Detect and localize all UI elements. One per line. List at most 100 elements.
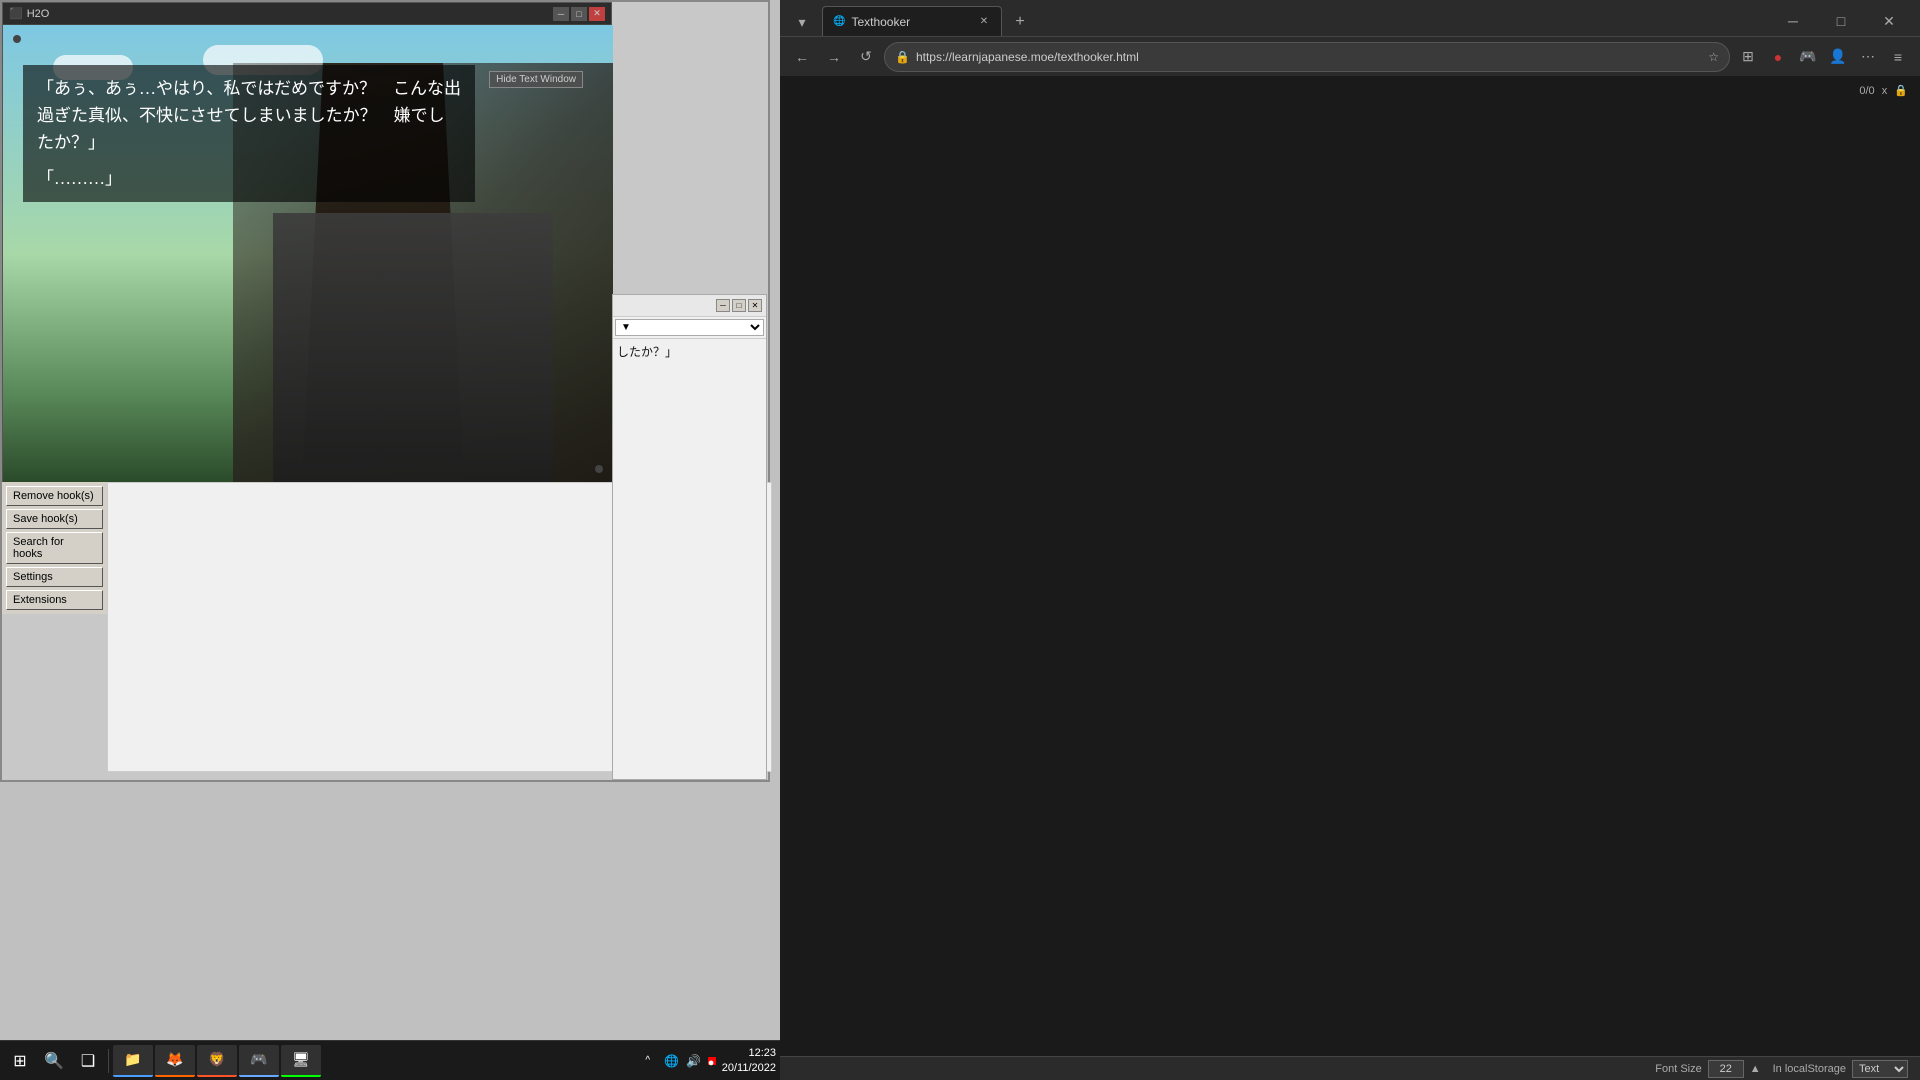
red-circle-btn[interactable]: ●	[1764, 43, 1792, 71]
start-icon: ⊞	[13, 1051, 26, 1071]
search-hooks-btn[interactable]: Search for hooks	[6, 532, 103, 564]
counter-text: 0/0	[1859, 85, 1874, 97]
tab-title: Texthooker	[851, 15, 910, 29]
account-btn[interactable]: 👤	[1824, 43, 1852, 71]
controller-btn[interactable]: 🎮	[1794, 43, 1822, 71]
browser-window-controls: ─ □ ✕	[1770, 6, 1912, 36]
new-tab-btn[interactable]: +	[1006, 8, 1034, 36]
agth-titlebar: ─ □ ✕	[613, 295, 766, 317]
agth-panel: ─ □ ✕ ▼ したか？」	[612, 294, 767, 780]
game-title-text: H2O	[27, 8, 50, 20]
game-close-btn[interactable]: ✕	[589, 7, 605, 21]
grid-view-btn[interactable]: ⊞	[1734, 43, 1762, 71]
browser-maximize-btn[interactable]: □	[1818, 6, 1864, 36]
refresh-btn[interactable]: ↺	[852, 43, 880, 71]
buttons-panel: Remove hook(s) Save hook(s) Search for h…	[2, 482, 107, 614]
terminal-icon: 🖥	[292, 1051, 310, 1068]
font-size-control: Font Size ▲	[1655, 1060, 1760, 1078]
font-size-up-icon[interactable]: ▲	[1750, 1063, 1761, 1075]
storage-label: In localStorage	[1773, 1063, 1846, 1075]
browser-dropdown-btn[interactable]: ▾	[788, 8, 816, 36]
agth-hook-dropdown[interactable]: ▼	[615, 319, 764, 336]
address-bar-container[interactable]: 🔒 ☆	[884, 42, 1730, 72]
game-maximize-btn[interactable]: □	[571, 7, 587, 21]
browser-tabs-bar: ▾ 🌐 Texthooker ✕ + ─ □ ✕	[780, 0, 1920, 36]
search-button[interactable]: 🔍	[38, 1045, 70, 1077]
file-explorer-icon: 📁	[124, 1051, 141, 1068]
taskbar-right: ^ 🌐 🔊 ● 12:23 20/11/2022	[638, 1045, 776, 1077]
back-btn[interactable]: ←	[788, 43, 816, 71]
tab-close-btn[interactable]: ✕	[977, 15, 991, 29]
forward-btn[interactable]: →	[820, 43, 848, 71]
game-window-title: ⬛ H2O	[9, 7, 49, 20]
firefox-icon: 🦊	[166, 1051, 183, 1068]
game-app-icon: 🎮	[250, 1051, 267, 1068]
remove-hooks-btn[interactable]: Remove hook(s)	[6, 486, 103, 506]
browser-close-btn[interactable]: ✕	[1866, 6, 1912, 36]
lock-icon: 🔒	[895, 50, 910, 64]
taskbar: ⊞ 🔍 ❑ 📁 🦊 🦁 🎮 🖥 ^ 🌐 🔊 ●	[0, 1040, 780, 1080]
game-window: ⬛ H2O ─ □ ✕	[2, 2, 612, 482]
character-body	[273, 213, 553, 483]
dialogue-line-2: 過ぎた真似、不快にさせてしまいましたか？ 嫌でし	[37, 102, 461, 129]
active-tab[interactable]: 🌐 Texthooker ✕	[822, 6, 1002, 36]
firefox-btn[interactable]: 🦊	[155, 1045, 195, 1077]
save-hooks-btn[interactable]: Save hook(s)	[6, 509, 103, 529]
counter-display: 0/0 x 🔒	[1859, 84, 1908, 97]
browser-toolbar-right: ⊞ ● 🎮 👤 ⋯ ≡	[1734, 43, 1912, 71]
menu-btn[interactable]: ≡	[1884, 43, 1912, 71]
dialogue-line-4: 「………」	[37, 165, 461, 192]
left-section: ⬛ H2O ─ □ ✕	[0, 0, 780, 1080]
dialogue-line-3: たか？」	[37, 129, 461, 156]
game-background: 「あぅ、あぅ…やはり、私ではだめですか？ こんな出 過ぎた真似、不快にさせてしま…	[3, 25, 613, 483]
browser-minimize-btn[interactable]: ─	[1770, 6, 1816, 36]
browser-chrome: ▾ 🌐 Texthooker ✕ + ─ □ ✕ ← → ↺ 🔒 ☆	[780, 0, 1920, 76]
game-app-btn[interactable]: 🎮	[239, 1045, 279, 1077]
start-button[interactable]: ⊞	[4, 1045, 36, 1077]
agth-dropdown-row: ▼	[613, 317, 766, 339]
browser-section: ▾ 🌐 Texthooker ✕ + ─ □ ✕ ← → ↺ 🔒 ☆	[780, 0, 1920, 1080]
browser-nav-bar: ← → ↺ 🔒 ☆ ⊞ ● 🎮 👤 ⋯ ≡	[780, 36, 1920, 76]
game-icon: ⬛	[9, 7, 23, 20]
browser-content: 0/0 x 🔒	[780, 76, 1920, 1056]
text-box: 「あぅ、あぅ…やはり、私ではだめですか？ こんな出 過ぎた真似、不快にさせてしま…	[23, 65, 475, 202]
counter-x: x	[1882, 85, 1888, 97]
agth-maximize-btn[interactable]: □	[732, 299, 746, 312]
corner-dot-br	[595, 465, 603, 473]
brave-icon: 🦁	[208, 1051, 225, 1068]
game-window-titlebar: ⬛ H2O ─ □ ✕	[3, 3, 611, 25]
clock-time: 12:23	[722, 1046, 776, 1060]
clock: 12:23 20/11/2022	[722, 1046, 776, 1075]
address-bar[interactable]	[916, 50, 1702, 64]
agth-minimize-btn[interactable]: ─	[716, 299, 730, 312]
search-icon: 🔍	[44, 1051, 64, 1071]
browser-status-bar: Font Size ▲ In localStorage Text JSON No…	[780, 1056, 1920, 1080]
settings-btn[interactable]: Settings	[6, 567, 103, 587]
tab-favicon: 🌐	[833, 16, 845, 27]
left-main-window: ⬛ H2O ─ □ ✕	[0, 0, 770, 782]
task-view-button[interactable]: ❑	[72, 1045, 104, 1077]
storage-control: In localStorage Text JSON None	[1773, 1060, 1908, 1078]
text-window-label[interactable]: Hide Text Window	[489, 71, 583, 88]
font-size-label: Font Size	[1655, 1063, 1701, 1075]
star-icon: ☆	[1708, 50, 1719, 64]
extensions-browser-btn[interactable]: ⋯	[1854, 43, 1882, 71]
file-explorer-btn[interactable]: 📁	[113, 1045, 153, 1077]
extensions-btn[interactable]: Extensions	[6, 590, 103, 610]
tray-chevron[interactable]: ^	[638, 1045, 658, 1077]
terminal-btn[interactable]: 🖥	[281, 1045, 321, 1077]
game-minimize-btn[interactable]: ─	[553, 7, 569, 21]
storage-select[interactable]: Text JSON None	[1852, 1060, 1908, 1078]
dialogue-line-1: 「あぅ、あぅ…やはり、私ではだめですか？ こんな出	[37, 75, 461, 102]
agth-text-content: したか？」	[613, 339, 766, 364]
network-tray-icon: 🌐	[664, 1053, 680, 1069]
game-window-controls: ─ □ ✕	[553, 7, 605, 21]
brave-btn[interactable]: 🦁	[197, 1045, 237, 1077]
taskbar-divider-1	[108, 1049, 109, 1073]
notification-dot: ●	[708, 1057, 716, 1065]
agth-close-btn[interactable]: ✕	[748, 299, 762, 312]
volume-tray-icon: 🔊	[686, 1053, 702, 1069]
font-size-input[interactable]	[1708, 1060, 1744, 1078]
clock-date: 20/11/2022	[722, 1061, 776, 1075]
task-view-icon: ❑	[81, 1051, 95, 1071]
